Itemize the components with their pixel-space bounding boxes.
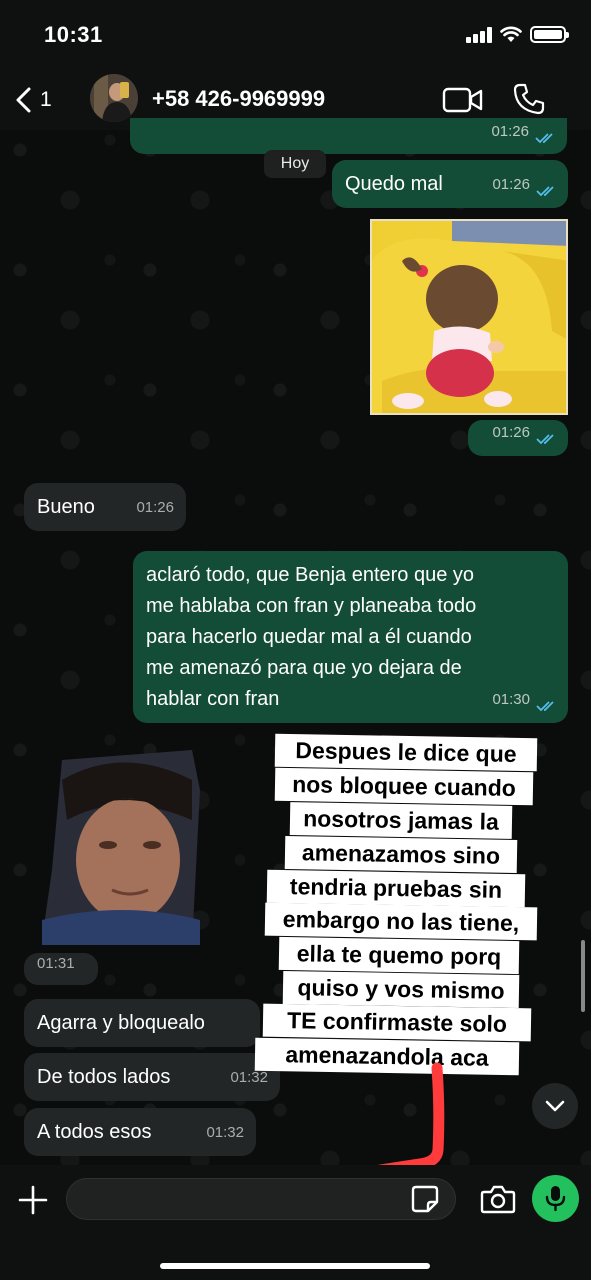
camera-icon[interactable] xyxy=(480,1183,516,1215)
caption-line: embargo no las tiene, xyxy=(264,902,538,941)
message-time: 01:26 xyxy=(136,499,174,516)
home-indicator xyxy=(160,1263,430,1269)
message-line: aclaró todo, que Benja entero que yo xyxy=(146,564,475,586)
status-time: 10:31 xyxy=(44,22,103,47)
overlay-caption: Despues le dice que nos bloquee cuando n… xyxy=(254,728,538,1076)
message-time: 01:31 xyxy=(37,955,75,972)
sticker-icon[interactable] xyxy=(410,1184,440,1214)
message-line: hablar con fran xyxy=(146,688,280,710)
message-time: 01:26 xyxy=(492,176,530,193)
caption-line: amenazandola aca xyxy=(254,1037,520,1076)
caption-line: Despues le dice que xyxy=(274,733,538,772)
scroll-to-bottom-button[interactable] xyxy=(532,1083,578,1129)
status-bar: 10:31 xyxy=(0,0,591,70)
read-receipt-icon xyxy=(535,133,553,144)
message-line: me amenazó para que yo dejara de xyxy=(146,657,462,679)
caption-line: tendria pruebas sin xyxy=(266,869,526,908)
read-receipt-icon xyxy=(536,701,554,712)
message-line: para hacerlo quedar mal a él cuando xyxy=(146,626,472,648)
read-receipt-icon xyxy=(536,186,554,197)
photo-timestamp-chip: 01:31 xyxy=(24,953,98,985)
sticker-message[interactable] xyxy=(370,219,568,415)
message-text: Bueno xyxy=(37,496,95,518)
message-bubble-incoming[interactable]: De todos lados 01:32 xyxy=(24,1053,280,1101)
date-separator: Hoy xyxy=(264,150,326,178)
message-bubble-outgoing[interactable]: aclaró todo, que Benja entero que yo me … xyxy=(133,551,568,723)
contact-avatar[interactable] xyxy=(90,74,138,122)
message-input-bar xyxy=(0,1165,591,1280)
chevron-down-icon xyxy=(545,1100,565,1112)
caption-line: ella te quemo porq xyxy=(278,936,520,975)
photo-message[interactable] xyxy=(42,750,200,945)
message-text: aclaró todo, que Benja entero que yo me … xyxy=(146,560,476,715)
message-text: Quedo mal xyxy=(345,173,443,195)
message-time: 01:26 xyxy=(491,123,529,140)
contact-name[interactable]: +58 426-9969999 xyxy=(152,86,325,112)
message-time: 01:26 xyxy=(492,424,530,441)
plus-icon[interactable] xyxy=(16,1183,50,1217)
message-text: Agarra y bloquealo xyxy=(37,1012,205,1034)
message-time: 01:32 xyxy=(206,1124,244,1141)
message-bubble-incoming[interactable]: Bueno 01:26 xyxy=(24,483,186,531)
wifi-icon xyxy=(500,26,522,42)
scrollbar-thumb[interactable] xyxy=(581,940,585,1012)
unread-count: 1 xyxy=(40,88,52,111)
message-text: De todos lados xyxy=(37,1066,171,1088)
message-line: me hablaba con fran y planeaba todo xyxy=(146,595,477,617)
message-bubble-outgoing[interactable]: Quedo mal 01:26 xyxy=(332,160,568,208)
message-text: A todos esos xyxy=(37,1121,152,1143)
microphone-button[interactable] xyxy=(532,1175,579,1222)
message-bubble-incoming[interactable]: A todos esos 01:32 xyxy=(24,1108,256,1156)
caption-line: TE confirmaste solo xyxy=(262,1003,532,1042)
message-time: 01:30 xyxy=(492,691,530,708)
cellular-signal-icon xyxy=(466,27,494,43)
caption-line: amenazamos sino xyxy=(284,835,518,874)
microphone-icon xyxy=(545,1186,566,1212)
read-receipt-icon xyxy=(536,434,554,445)
message-bubble-incoming[interactable]: Agarra y bloquealo xyxy=(24,999,260,1047)
battery-icon xyxy=(530,26,569,43)
caption-line: nos bloquee cuando xyxy=(274,767,534,806)
phone-icon[interactable] xyxy=(512,82,546,116)
back-chevron-icon xyxy=(16,87,31,113)
sticker-timestamp-chip: 01:26 xyxy=(468,420,568,456)
message-input[interactable] xyxy=(66,1178,456,1220)
video-call-icon[interactable] xyxy=(442,86,484,114)
message-bubble-outgoing[interactable]: 01:26 xyxy=(130,118,567,154)
back-button[interactable]: 1 xyxy=(14,80,74,120)
caption-line: quiso y vos mismo xyxy=(282,970,520,1009)
caption-line: nosotros jamas la xyxy=(289,802,513,839)
